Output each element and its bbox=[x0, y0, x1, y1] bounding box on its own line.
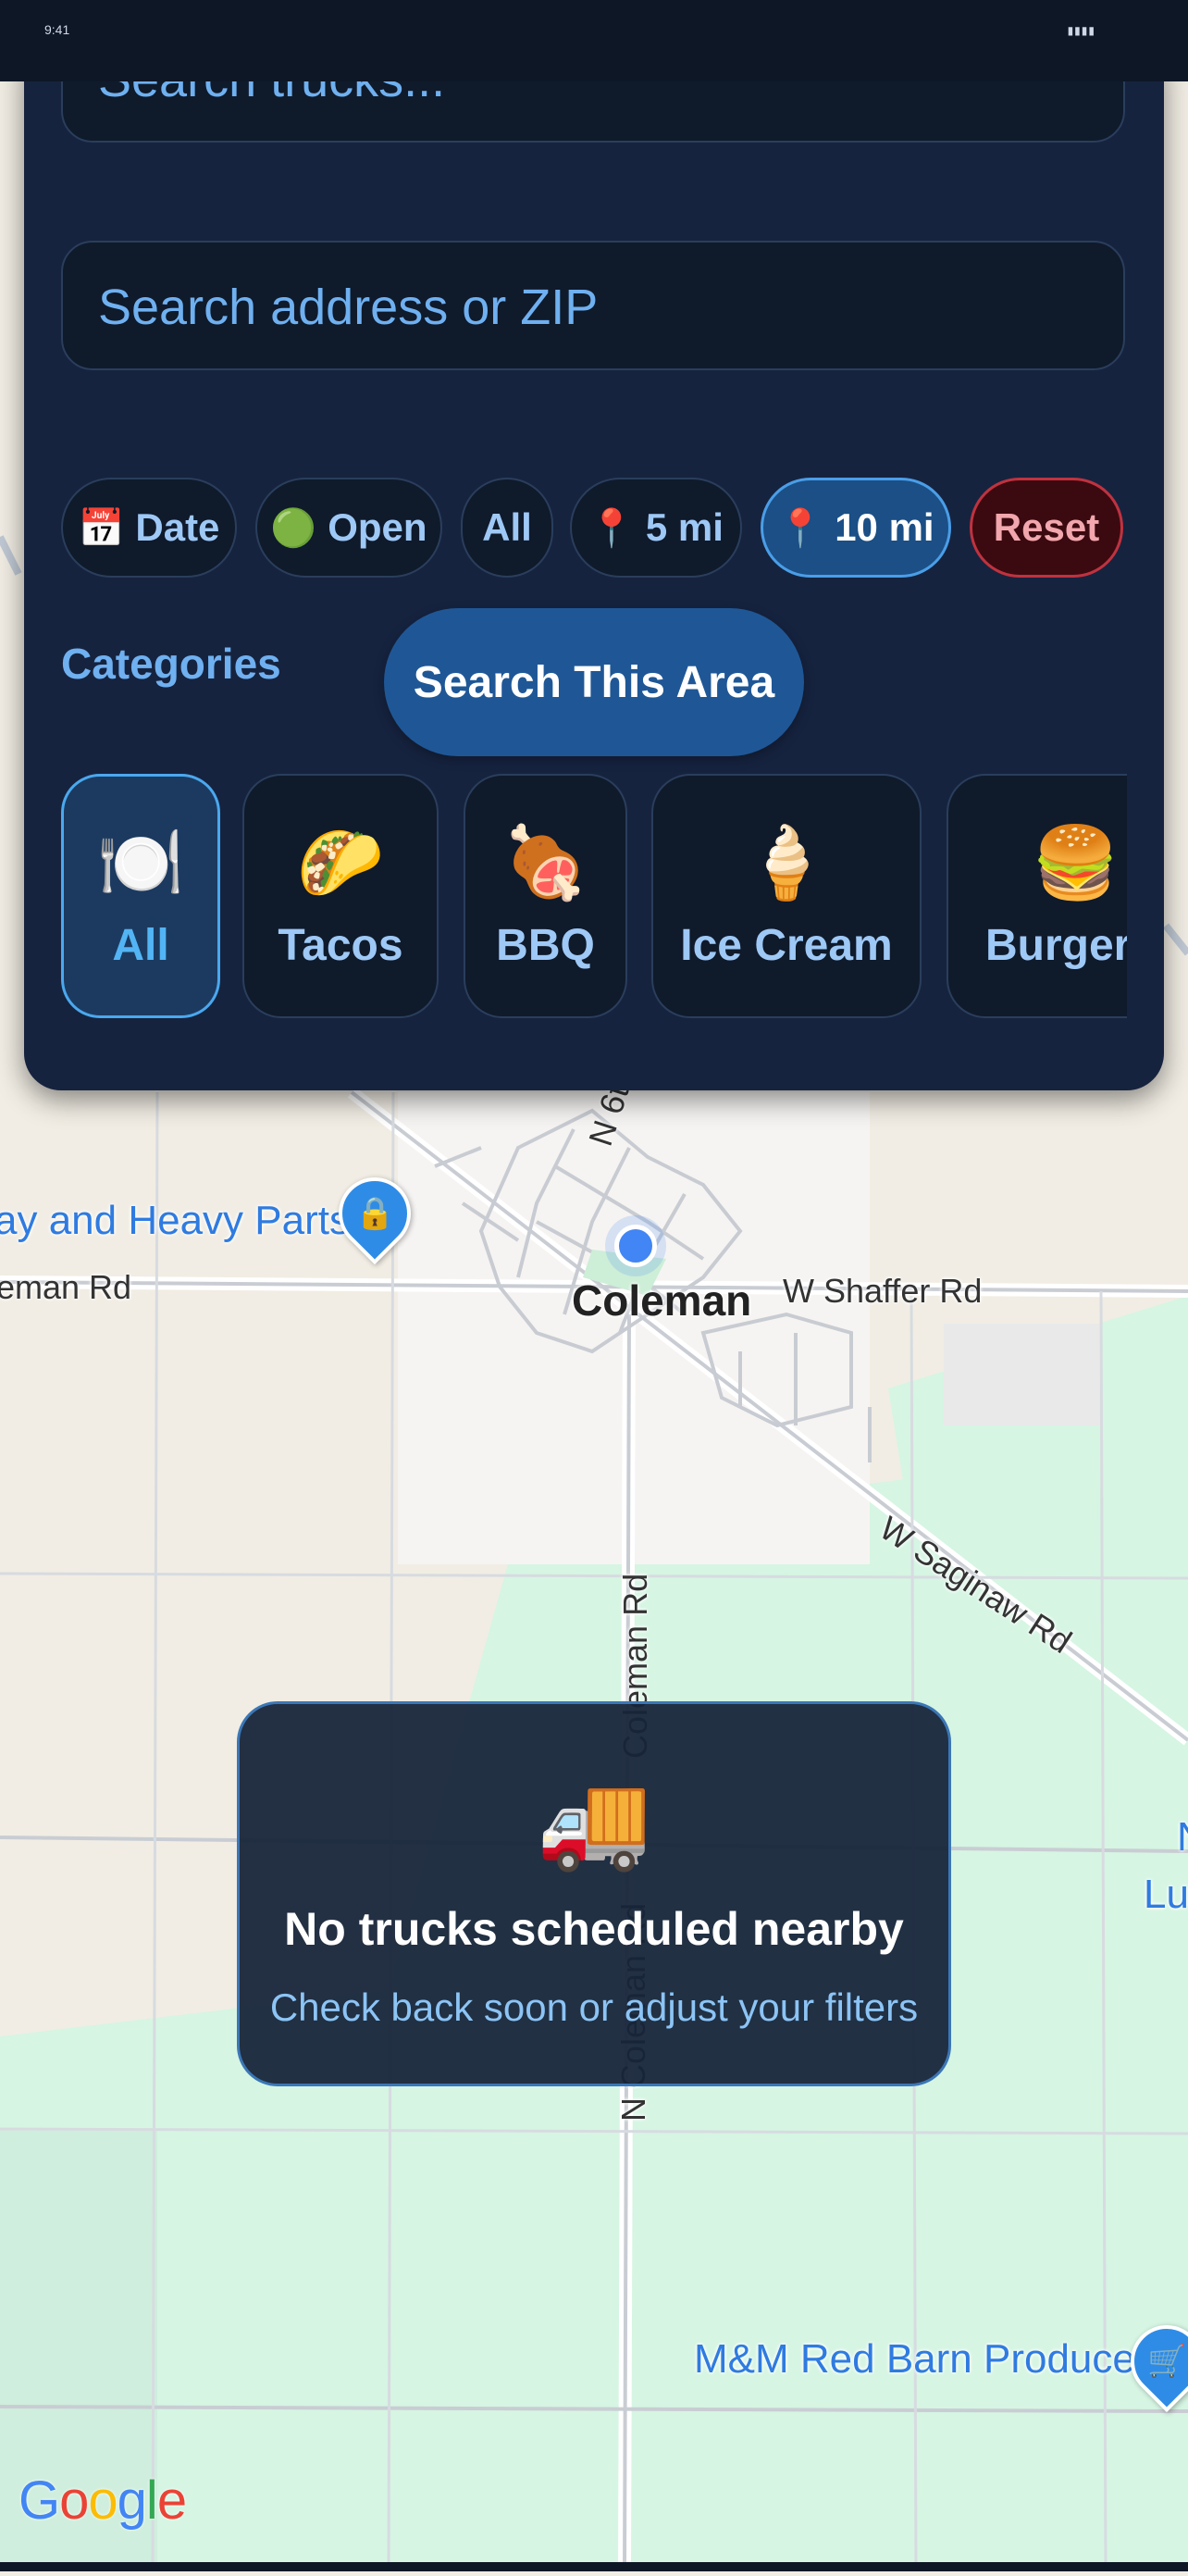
radius-5mi-chip[interactable]: 📍 5 mi bbox=[570, 478, 742, 578]
empty-state-title: No trucks scheduled nearby bbox=[284, 1903, 904, 1955]
google-logo-letter: l bbox=[145, 2470, 158, 2531]
meat-icon: 🍖 bbox=[501, 823, 589, 902]
chip-label: 10 mi bbox=[835, 505, 934, 549]
radius-10mi-chip[interactable]: 📍 10 mi bbox=[761, 478, 951, 578]
map-poi-label[interactable]: N bbox=[1177, 1814, 1188, 1860]
category-label: Ice Cream bbox=[680, 920, 893, 970]
filter-panel: Search trucks... Search address or ZIP 📅… bbox=[24, 56, 1164, 1090]
google-logo: Google bbox=[19, 2470, 187, 2532]
category-burgers[interactable]: 🍔 Burgers bbox=[947, 774, 1127, 1018]
status-time: 9:41 bbox=[44, 22, 70, 37]
category-label: All bbox=[112, 920, 169, 970]
google-logo-letter: e bbox=[156, 2470, 187, 2531]
date-filter-chip[interactable]: 📅 Date bbox=[61, 478, 237, 578]
reset-button[interactable]: Reset bbox=[970, 478, 1123, 578]
chip-label: Reset bbox=[993, 505, 1100, 549]
ice-cream-icon: 🍦 bbox=[742, 823, 831, 902]
category-label: BBQ bbox=[496, 920, 595, 970]
chip-label: All bbox=[482, 505, 532, 549]
taco-icon: 🌮 bbox=[296, 823, 385, 902]
chip-label: Open bbox=[328, 505, 427, 549]
road-label: eman Rd bbox=[0, 1268, 132, 1306]
delivery-truck-icon: 🚚 bbox=[536, 1770, 652, 1873]
town-label: Coleman bbox=[572, 1276, 752, 1325]
map-poi-label[interactable]: Lu bbox=[1144, 1872, 1188, 1918]
category-bbq[interactable]: 🍖 BBQ bbox=[464, 774, 627, 1018]
shopping-bag-icon: 🔒 bbox=[354, 1196, 395, 1231]
category-all[interactable]: 🍽️ All bbox=[61, 774, 220, 1018]
pin-icon: 📍 bbox=[588, 507, 635, 549]
status-bar: 9:41 ▮▮▮▮ bbox=[0, 0, 1188, 81]
road-label: W Shaffer Rd bbox=[783, 1272, 983, 1310]
category-ice-cream[interactable]: 🍦 Ice Cream bbox=[651, 774, 922, 1018]
calendar-icon: 📅 bbox=[78, 507, 125, 549]
shopping-cart-icon: 🛒 bbox=[1146, 2344, 1187, 2379]
google-logo-letter: o bbox=[59, 2470, 89, 2531]
burger-icon: 🍔 bbox=[1032, 823, 1120, 902]
category-tacos[interactable]: 🌮 Tacos bbox=[242, 774, 439, 1018]
chip-label: Date bbox=[135, 505, 220, 549]
category-label: Burgers bbox=[985, 920, 1127, 970]
bottom-bar bbox=[0, 2562, 1188, 2571]
pin-icon: 📍 bbox=[777, 507, 824, 549]
green-circle-icon: 🟢 bbox=[270, 507, 317, 549]
chip-label: 5 mi bbox=[645, 505, 724, 549]
categories-heading: Categories bbox=[61, 640, 281, 688]
map-poi-label[interactable]: ay and Heavy Parts bbox=[0, 1198, 350, 1244]
plate-icon: 🍽️ bbox=[96, 823, 185, 902]
google-logo-letter: G bbox=[19, 2470, 60, 2531]
empty-state-card: 🚚 No trucks scheduled nearby Check back … bbox=[237, 1701, 951, 2086]
open-filter-chip[interactable]: 🟢 Open bbox=[255, 478, 442, 578]
google-logo-letter: g bbox=[117, 2470, 147, 2531]
current-location-dot bbox=[614, 1225, 657, 1267]
map-poi-label[interactable]: M&M Red Barn Produce bbox=[694, 2336, 1135, 2383]
google-logo-letter: o bbox=[88, 2470, 118, 2531]
category-list[interactable]: 🍽️ All 🌮 Tacos 🍖 BBQ 🍦 Ice Cream 🍔 Burge… bbox=[61, 774, 1127, 1020]
empty-state-subtitle: Check back soon or adjust your filters bbox=[269, 1985, 919, 2029]
all-filter-chip[interactable]: All bbox=[461, 478, 553, 578]
battery-icon: ▮▮▮▮ bbox=[1067, 24, 1095, 37]
address-search-input[interactable]: Search address or ZIP bbox=[61, 241, 1125, 370]
category-label: Tacos bbox=[278, 920, 403, 970]
search-this-area-button[interactable]: Search This Area bbox=[384, 608, 804, 756]
